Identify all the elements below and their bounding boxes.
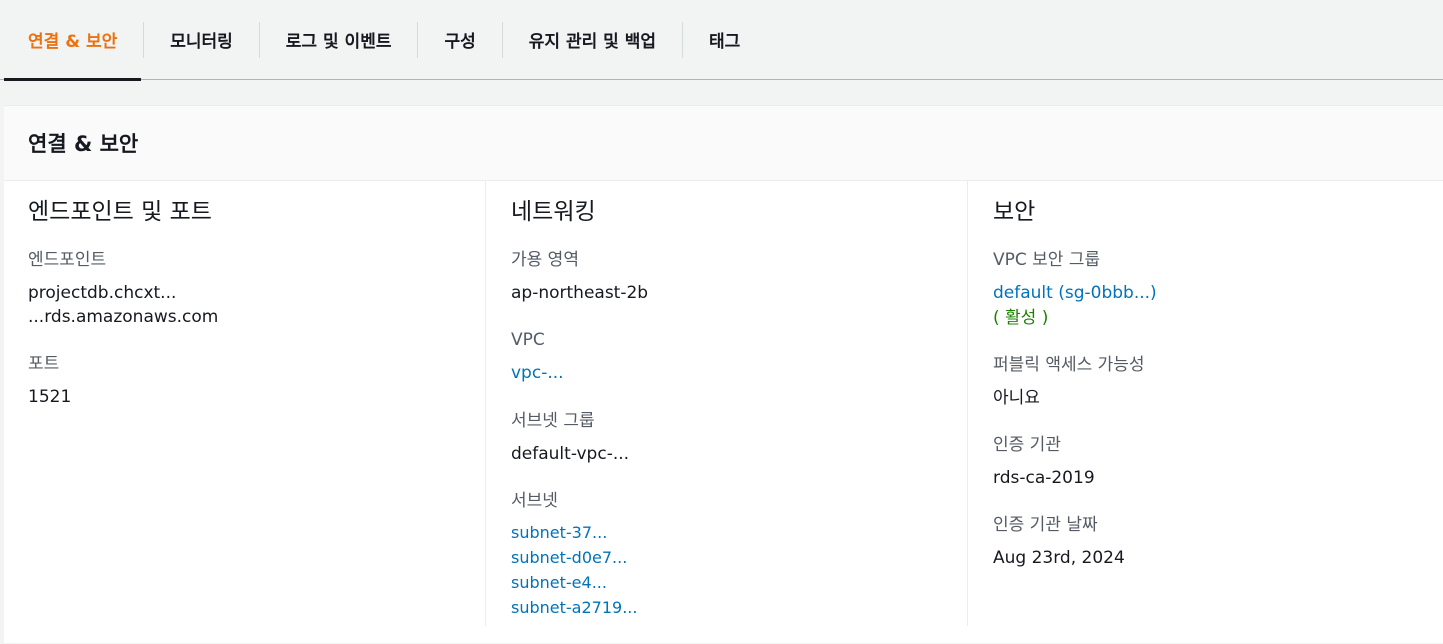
- certificate-authority-date-label: 인증 기관 날짜: [993, 515, 1098, 535]
- security-column: 보안 VPC 보안 그룹 default (sg-0bbb...) ( 활성 )…: [967, 181, 1437, 626]
- networking-column: 네트워킹 가용 영역 ap-northeast-2b VPC vpc-... 서…: [485, 181, 968, 626]
- endpoint-field: 엔드포인트 projectdb.chcxt... ...rds.amazonaw…: [28, 248, 484, 329]
- subnets-label: 서브넷: [511, 491, 558, 511]
- networking-section-title: 네트워킹: [511, 199, 596, 225]
- tab-logs-events[interactable]: 로그 및 이벤트: [260, 0, 418, 80]
- tab-tags[interactable]: 태그: [683, 0, 766, 80]
- tab-label: 태그: [709, 32, 741, 52]
- certificate-authority-label: 인증 기관: [993, 435, 1061, 455]
- subnet-link[interactable]: subnet-d0e7...: [511, 545, 968, 570]
- security-group-status: ( 활성 ): [993, 308, 1049, 328]
- security-group-label: VPC 보안 그룹: [993, 250, 1101, 270]
- tab-configuration[interactable]: 구성: [418, 0, 501, 80]
- subnet-group-label: 서브넷 그룹: [511, 411, 595, 431]
- endpoint-label: 엔드포인트: [28, 250, 107, 270]
- tab-connectivity-security[interactable]: 연결 & 보안: [0, 0, 143, 81]
- port-value: 1521: [28, 387, 72, 407]
- public-access-value: 아니요: [993, 388, 1040, 408]
- public-access-label: 퍼블릭 액세스 가능성: [993, 355, 1145, 375]
- tab-monitoring[interactable]: 모니터링: [144, 0, 259, 80]
- certificate-authority-date-value: Aug 23rd, 2024: [993, 548, 1125, 568]
- certificate-authority-date-field: 인증 기관 날짜 Aug 23rd, 2024: [993, 513, 1437, 570]
- certificate-authority-field: 인증 기관 rds-ca-2019: [993, 433, 1437, 490]
- tab-label: 모니터링: [170, 32, 233, 52]
- subnet-link[interactable]: subnet-a2719...: [511, 595, 968, 620]
- subnet-group-value: default-vpc-...: [511, 444, 630, 464]
- availability-zone-field: 가용 영역 ap-northeast-2b: [511, 248, 968, 305]
- panel-columns: 엔드포인트 및 포트 엔드포인트 projectdb.chcxt... ...r…: [4, 181, 1443, 644]
- availability-zone-label: 가용 영역: [511, 250, 579, 270]
- security-group-link[interactable]: default (sg-0bbb...): [993, 281, 1437, 306]
- subnet-link[interactable]: subnet-37...: [511, 520, 968, 545]
- tab-label: 구성: [444, 32, 476, 52]
- public-access-field: 퍼블릭 액세스 가능성 아니요: [993, 353, 1437, 410]
- connectivity-security-panel: 연결 & 보안 엔드포인트 및 포트 엔드포인트 projectdb.chcxt…: [4, 105, 1443, 643]
- port-label: 포트: [28, 354, 60, 374]
- port-field: 포트 1521: [28, 352, 484, 409]
- vpc-label: VPC: [511, 330, 545, 350]
- tab-label: 로그 및 이벤트: [285, 32, 392, 52]
- subnets-field: 서브넷 subnet-37... subnet-d0e7... subnet-e…: [511, 489, 968, 620]
- vpc-field: VPC vpc-...: [511, 328, 968, 386]
- security-group-field: VPC 보안 그룹 default (sg-0bbb...) ( 활성 ): [993, 248, 1437, 330]
- endpoint-value[interactable]: projectdb.chcxt... ...rds.amazonaws.com: [28, 281, 484, 329]
- certificate-authority-value: rds-ca-2019: [993, 468, 1095, 488]
- endpoint-value-line1: projectdb.chcxt...: [28, 283, 177, 303]
- panel-title: 연결 & 보안: [28, 132, 139, 156]
- endpoint-port-column: 엔드포인트 및 포트 엔드포인트 projectdb.chcxt... ...r…: [28, 181, 484, 626]
- endpoint-value-line2: ...rds.amazonaws.com: [28, 307, 219, 327]
- endpoint-section-title: 엔드포인트 및 포트: [28, 199, 212, 225]
- security-section-title: 보안: [993, 199, 1036, 225]
- tab-maintenance-backup[interactable]: 유지 관리 및 백업: [503, 0, 682, 80]
- subnet-list: subnet-37... subnet-d0e7... subnet-e4...…: [511, 520, 968, 620]
- tab-label: 연결 & 보안: [28, 32, 118, 52]
- tab-label: 유지 관리 및 백업: [528, 32, 657, 52]
- panel-header: 연결 & 보안: [4, 106, 1443, 181]
- subnet-group-field: 서브넷 그룹 default-vpc-...: [511, 409, 968, 466]
- vpc-link[interactable]: vpc-...: [511, 361, 968, 386]
- tab-bar: 연결 & 보안 모니터링 로그 및 이벤트 구성 유지 관리 및 백업 태그: [0, 0, 1443, 81]
- availability-zone-value: ap-northeast-2b: [511, 283, 649, 303]
- subnet-link[interactable]: subnet-e4...: [511, 570, 968, 595]
